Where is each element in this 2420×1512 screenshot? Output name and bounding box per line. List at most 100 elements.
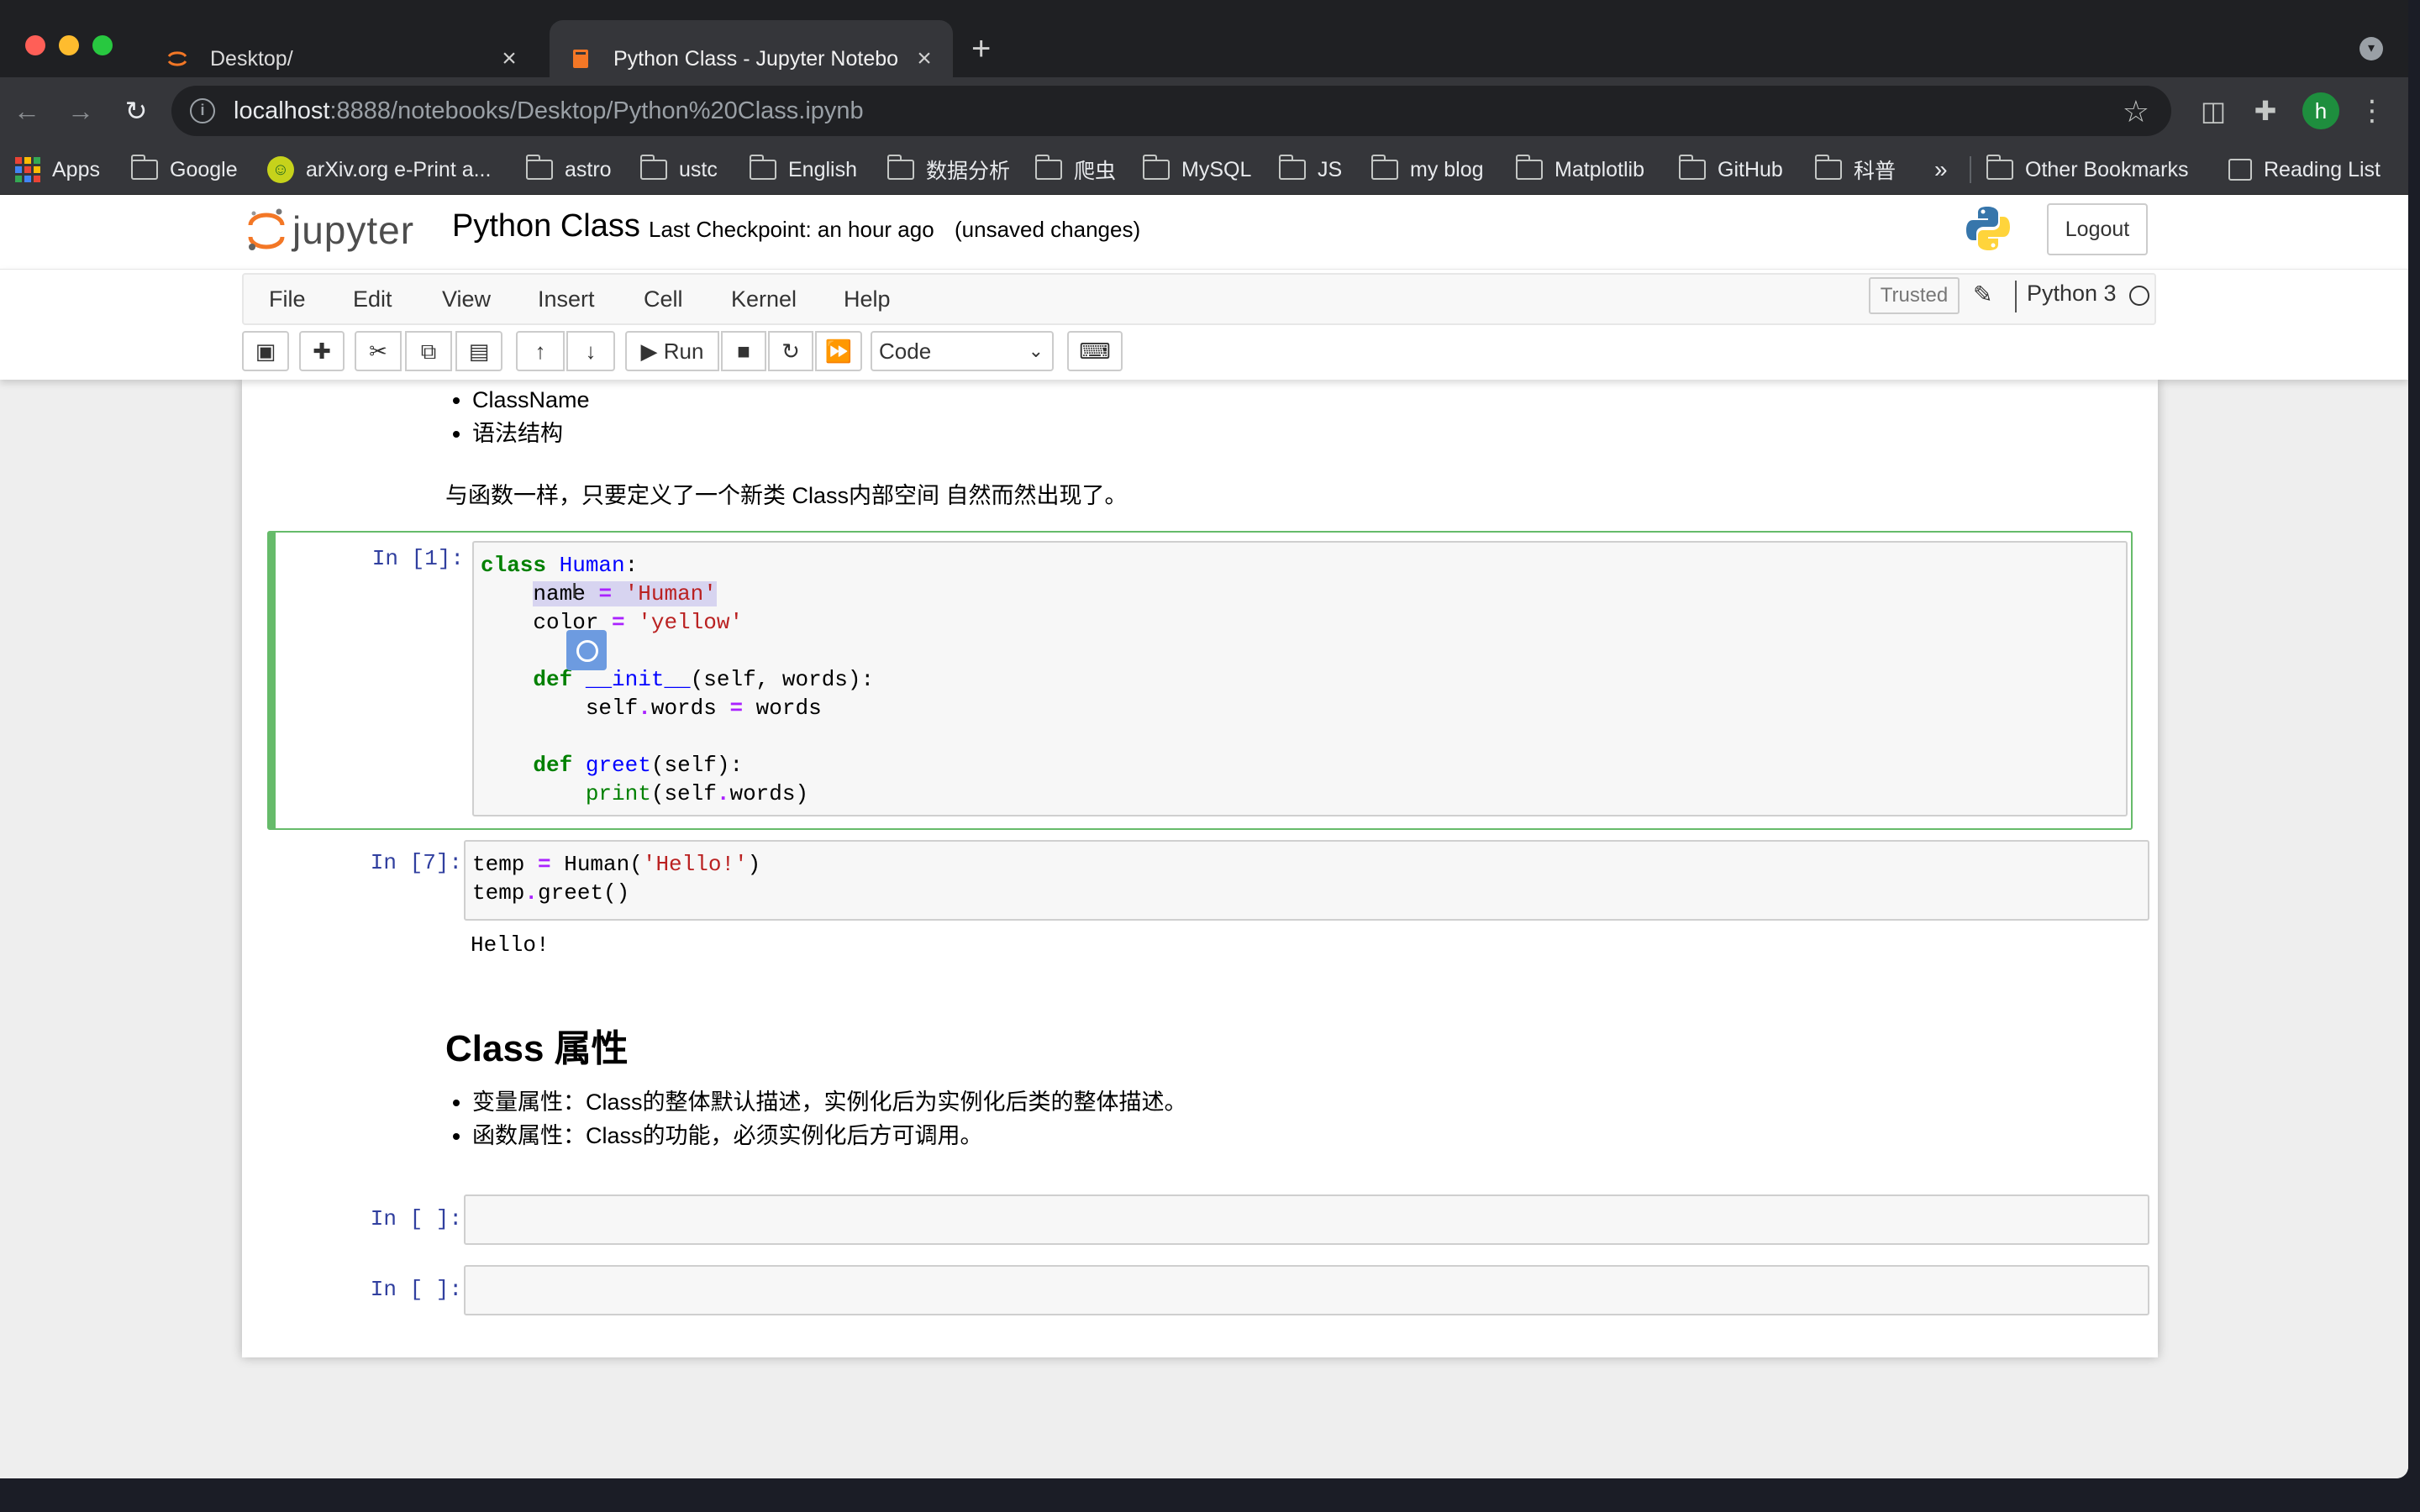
bookmark-astro[interactable]: astro	[525, 144, 612, 195]
list-item: ClassName	[472, 383, 590, 417]
markdown-list: ClassName 语法结构	[445, 383, 590, 450]
bookmark-label: 爬虫	[1074, 160, 1117, 183]
logout-button[interactable]: Logout	[2047, 203, 2148, 255]
puzzle-extensions-icon[interactable]: ✚	[2249, 94, 2282, 128]
tab-search-icon[interactable]: ▾	[2360, 37, 2383, 60]
section-heading: Class 属性	[445, 1028, 629, 1069]
fast-forward-icon: ⏩	[824, 339, 853, 364]
lookup-popup-icon[interactable]	[566, 630, 607, 670]
folder-icon	[1370, 155, 1398, 180]
bookmark-mysql[interactable]: MySQL	[1142, 144, 1251, 195]
code-editor[interactable]	[464, 1194, 2149, 1245]
menu-help[interactable]: Help	[844, 275, 891, 323]
extension-icon[interactable]: ◫	[2196, 94, 2230, 128]
minimize-window-button[interactable]	[59, 35, 79, 55]
move-up-button[interactable]: ↑	[516, 331, 565, 371]
save-button[interactable]: ▣	[242, 331, 289, 371]
bookmark-github[interactable]: GitHub	[1678, 144, 1783, 195]
site-info-icon[interactable]: i	[190, 98, 215, 123]
browser-toolbar: ← → ↻ i localhost:8888/notebooks/Desktop…	[0, 77, 2408, 144]
code-cell-empty[interactable]: In [ ]:	[267, 1265, 2149, 1319]
url-path: :8888/notebooks/Desktop/Python%20Class.i…	[329, 97, 864, 124]
close-tab-icon[interactable]: ×	[492, 45, 526, 73]
code-editor[interactable]	[464, 1265, 2149, 1315]
new-tab-button[interactable]: +	[971, 30, 991, 67]
folder-icon	[1678, 155, 1706, 180]
code-editor[interactable]: class Human: name = 'Human' color = 'yel…	[472, 541, 2128, 816]
bookmarks-bar: Apps Google ☺ arXiv.org e-Print a... ast…	[0, 144, 2408, 195]
notebook-title[interactable]: Python Class	[452, 208, 640, 244]
trusted-badge[interactable]: Trusted	[1869, 277, 1960, 314]
bookmark-crawler[interactable]: 爬虫	[1034, 144, 1117, 195]
run-label: Run	[663, 339, 704, 364]
interrupt-button[interactable]: ■	[721, 331, 766, 371]
cell-prompt: In [7]:	[370, 850, 462, 875]
profile-avatar[interactable]: h	[2302, 92, 2339, 129]
notebook-container: ClassName 语法结构 与函数一样，只要定义了一个新类 Class内部空间…	[242, 380, 2158, 1357]
restart-icon: ↻	[781, 339, 800, 364]
restart-button[interactable]: ↻	[768, 331, 813, 371]
reload-icon[interactable]: ↻	[118, 92, 155, 129]
paste-icon: ▤	[468, 339, 490, 364]
bookmark-ustc[interactable]: ustc	[639, 144, 718, 195]
code-cell-selected[interactable]: In [1]: class Human: name = 'Human' colo…	[267, 531, 2133, 830]
back-arrow-icon[interactable]: ←	[8, 92, 45, 129]
plus-icon: ✚	[313, 339, 331, 364]
command-palette-button[interactable]: ⌨	[1067, 331, 1123, 371]
browser-menu-icon[interactable]: ⋮	[2358, 92, 2386, 129]
forward-arrow-icon[interactable]: →	[62, 92, 99, 129]
unsaved-indicator: (unsaved changes)	[955, 217, 1141, 242]
markdown-paragraph: 与函数一样，只要定义了一个新类 Class内部空间 自然而然出现了。	[445, 483, 1128, 508]
bookmark-data-analysis[interactable]: 数据分析	[886, 144, 1010, 195]
close-window-button[interactable]	[25, 35, 45, 55]
paste-button[interactable]: ▤	[455, 331, 502, 371]
apps-grid-icon	[15, 157, 40, 182]
bookmark-my-blog[interactable]: my blog	[1370, 144, 1484, 195]
code-editor[interactable]: temp = Human('Hello!') temp.greet()	[464, 840, 2149, 921]
menu-file[interactable]: File	[269, 275, 306, 323]
bookmark-matplotlib[interactable]: Matplotlib	[1515, 144, 1644, 195]
code-cell-empty[interactable]: In [ ]:	[267, 1194, 2149, 1248]
bookmark-arxiv[interactable]: ☺ arXiv.org e-Print a...	[267, 144, 491, 195]
menu-view[interactable]: View	[442, 275, 491, 323]
address-bar[interactable]: i localhost:8888/notebooks/Desktop/Pytho…	[171, 86, 2171, 136]
reading-list-icon	[2228, 159, 2252, 181]
code-cell[interactable]: In [7]: temp = Human('Hello!') temp.gree…	[267, 833, 2149, 958]
stop-icon: ■	[737, 339, 750, 364]
run-button[interactable]: ▶ Run	[625, 331, 719, 371]
bookmark-science[interactable]: 科普	[1814, 144, 1896, 195]
bookmark-apps[interactable]: Apps	[15, 144, 100, 195]
bookmark-label: GitHub	[1718, 157, 1783, 181]
menu-kernel[interactable]: Kernel	[731, 275, 797, 323]
bookmark-english[interactable]: English	[749, 144, 857, 195]
bookmark-star-icon[interactable]: ☆	[2123, 94, 2149, 129]
chevron-down-icon: ⌄	[1028, 340, 1044, 361]
jupyter-favicon-icon	[167, 51, 187, 66]
bookmark-label: Reading List	[2264, 157, 2381, 181]
bookmark-google[interactable]: Google	[130, 144, 238, 195]
list-item: 变量属性：Class的整体默认描述，实例化后为实例化后类的整体描述。	[472, 1085, 1187, 1119]
jupyter-logo[interactable]: jupyter	[247, 207, 414, 254]
menu-insert[interactable]: Insert	[538, 275, 595, 323]
restart-run-all-button[interactable]: ⏩	[815, 331, 862, 371]
python-logo-icon	[1966, 207, 2010, 250]
insert-cell-button[interactable]: ✚	[299, 331, 345, 371]
code-text: class Human: name = 'Human' color = 'yel…	[481, 553, 875, 806]
folder-icon	[130, 155, 158, 180]
bookmark-other-bookmarks[interactable]: Other Bookmarks	[1986, 144, 2189, 195]
copy-button[interactable]: ⧉	[405, 331, 452, 371]
arrow-up-icon: ↑	[534, 339, 546, 364]
cut-button[interactable]: ✂	[355, 331, 402, 371]
move-down-button[interactable]: ↓	[566, 331, 615, 371]
folder-icon	[886, 155, 914, 180]
scissors-icon: ✂	[369, 339, 387, 364]
bookmark-reading-list[interactable]: Reading List	[2228, 144, 2381, 195]
bookmarks-overflow-button[interactable]: »	[1934, 144, 1948, 195]
close-tab-icon[interactable]: ×	[908, 45, 941, 73]
zoom-window-button[interactable]	[92, 35, 113, 55]
kernel-name[interactable]: Python 3	[2027, 281, 2117, 307]
menu-cell[interactable]: Cell	[644, 275, 683, 323]
bookmark-js[interactable]: JS	[1278, 144, 1342, 195]
cell-type-select[interactable]: Code ⌄	[871, 331, 1054, 371]
menu-edit[interactable]: Edit	[353, 275, 392, 323]
